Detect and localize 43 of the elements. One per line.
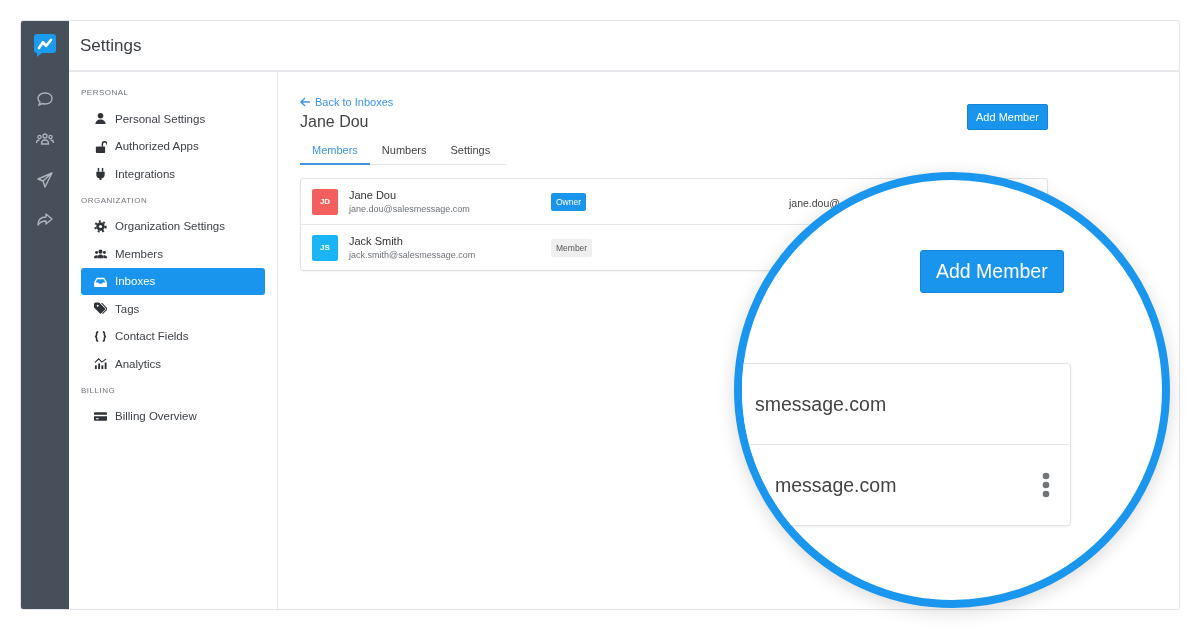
table-cell: jane.dou@ bbox=[789, 196, 840, 209]
member-name: Jane Dou bbox=[349, 189, 398, 201]
sidebar-item[interactable]: Tags bbox=[81, 295, 265, 323]
paper-plane-icon[interactable] bbox=[35, 170, 55, 188]
member-name: Jack Smith bbox=[349, 235, 404, 247]
sidebar-item[interactable]: Organization Settings bbox=[81, 212, 265, 240]
sidebar-item[interactable]: Contact Fields bbox=[81, 322, 265, 350]
avatar: JS bbox=[312, 234, 338, 261]
member-email: message.com bbox=[775, 473, 897, 497]
inbox-title: Jane Dou bbox=[300, 113, 369, 131]
member-email: smessage.com bbox=[755, 392, 887, 416]
plug-icon bbox=[94, 167, 107, 181]
role-badge: Owner bbox=[551, 192, 587, 211]
sidebar-item[interactable]: Billing Overview bbox=[81, 402, 265, 430]
sidebar-item[interactable]: Members bbox=[81, 240, 265, 268]
tab[interactable]: Settings bbox=[438, 138, 503, 165]
section-heading: PERSONAL bbox=[81, 87, 130, 99]
avatar: JD bbox=[312, 188, 338, 215]
sidebar-item[interactable]: Integrations bbox=[81, 160, 265, 188]
member-email: jack.smith@salesmessage.com bbox=[349, 250, 477, 260]
tags-icon bbox=[94, 302, 107, 316]
credit-card-icon bbox=[94, 409, 107, 423]
logo-icon bbox=[32, 32, 58, 58]
chat-icon[interactable] bbox=[35, 90, 55, 108]
gear-icon bbox=[94, 219, 107, 233]
bar-chart-icon bbox=[94, 357, 107, 371]
member-email: jane.dou@salesmessage.com bbox=[349, 204, 471, 214]
section-heading: ORGANIZATION bbox=[81, 194, 149, 207]
group-icon bbox=[94, 247, 107, 261]
section-heading: BILLING bbox=[81, 384, 117, 397]
person-icon bbox=[94, 112, 107, 126]
share-icon[interactable] bbox=[35, 210, 55, 228]
page-title: Settings bbox=[80, 35, 142, 56]
tab[interactable]: Numbers bbox=[369, 138, 439, 165]
sidebar-item[interactable]: Authorized Apps bbox=[81, 132, 265, 160]
unlocked-padlock-icon bbox=[94, 139, 107, 153]
arrow-left-icon bbox=[300, 97, 311, 107]
sidebar-item[interactable]: Analytics bbox=[81, 350, 265, 378]
more-icon[interactable] bbox=[1042, 472, 1050, 498]
braces-icon bbox=[94, 329, 107, 343]
people-icon[interactable] bbox=[35, 130, 55, 148]
sidebar-item[interactable]: Personal Settings bbox=[81, 105, 265, 133]
role-badge: Member bbox=[551, 238, 593, 257]
